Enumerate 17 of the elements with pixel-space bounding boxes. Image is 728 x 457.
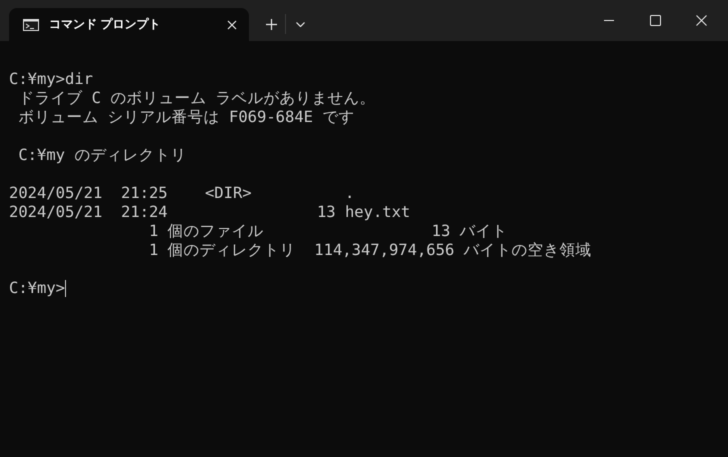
console-line: 1 個のファイル 13 バイト [148, 222, 509, 241]
console-line: ボリューム シリアル番号は F069-684E です [17, 108, 356, 127]
console-line: 2024/05/21 21:25 <DIR> . [9, 184, 356, 203]
chevron-down-icon [296, 22, 304, 26]
console-line: ドライブ C のボリューム ラベルがありません。 [17, 89, 377, 108]
console-line: 2024/05/21 21:24 13 hey.txt [9, 203, 412, 222]
text-cursor [65, 280, 66, 297]
console-line: C:¥my>dir [9, 70, 94, 89]
close-icon [696, 14, 706, 26]
console-line: 1 個のディレクトリ 114,347,974,656 バイトの空き領域 [148, 241, 593, 260]
terminal-icon [23, 18, 39, 30]
command-prompt: C:¥my> [9, 279, 65, 298]
terminal-tab[interactable]: コマンド プロンプト [9, 8, 249, 41]
console-line: C:¥my のディレクトリ [17, 146, 188, 165]
maximize-icon [650, 14, 660, 26]
close-tab-icon[interactable] [227, 20, 237, 30]
plus-icon [266, 18, 276, 30]
